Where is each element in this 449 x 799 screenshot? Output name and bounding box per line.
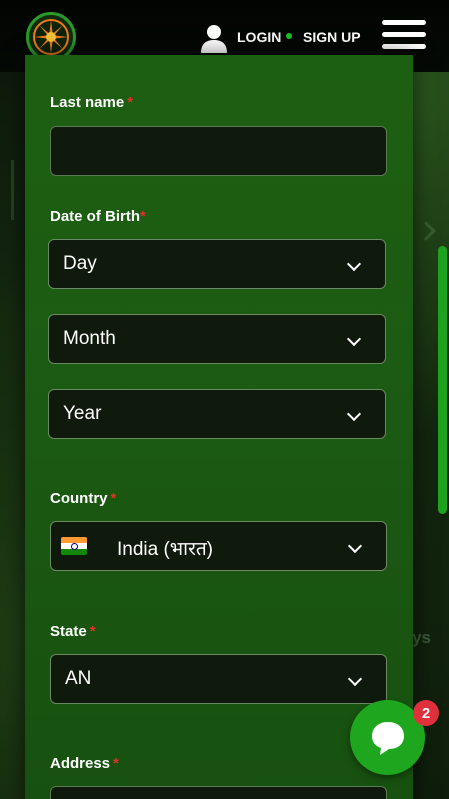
address-label: Address * (50, 755, 119, 772)
chevron-down-icon (347, 671, 363, 687)
logo-wheel-icon (33, 19, 69, 55)
background-text: ys (412, 628, 431, 647)
dob-month-select[interactable]: Month (48, 314, 386, 364)
address-input[interactable] (50, 786, 387, 799)
separator-dot (286, 33, 292, 39)
chat-bubble-icon (371, 721, 404, 755)
country-select[interactable]: India (भारत) (50, 521, 387, 571)
signup-link[interactable]: SIGN UP (303, 29, 361, 45)
date-of-birth-label: Date of Birth* (50, 208, 146, 225)
carousel-arrow-icon (416, 221, 436, 241)
country-label: Country * (50, 490, 117, 507)
chevron-down-icon (347, 538, 363, 554)
login-link[interactable]: LOGIN (237, 29, 281, 45)
last-name-label: Last name * (50, 94, 134, 111)
chevron-down-icon (346, 331, 362, 347)
india-flag-icon (61, 537, 87, 555)
last-name-input[interactable] (50, 126, 387, 176)
menu-hamburger-icon[interactable] (382, 20, 426, 52)
chevron-down-icon (346, 256, 362, 272)
state-label: State * (50, 623, 96, 640)
chat-notification-badge: 2 (413, 700, 439, 726)
scrollbar-thumb[interactable] (438, 246, 447, 514)
dob-day-select[interactable]: Day (48, 239, 386, 289)
state-select[interactable]: AN (50, 654, 387, 704)
user-icon[interactable] (200, 23, 228, 53)
dob-year-select[interactable]: Year (48, 389, 386, 439)
background-fragment (0, 160, 14, 220)
chevron-down-icon (346, 406, 362, 422)
